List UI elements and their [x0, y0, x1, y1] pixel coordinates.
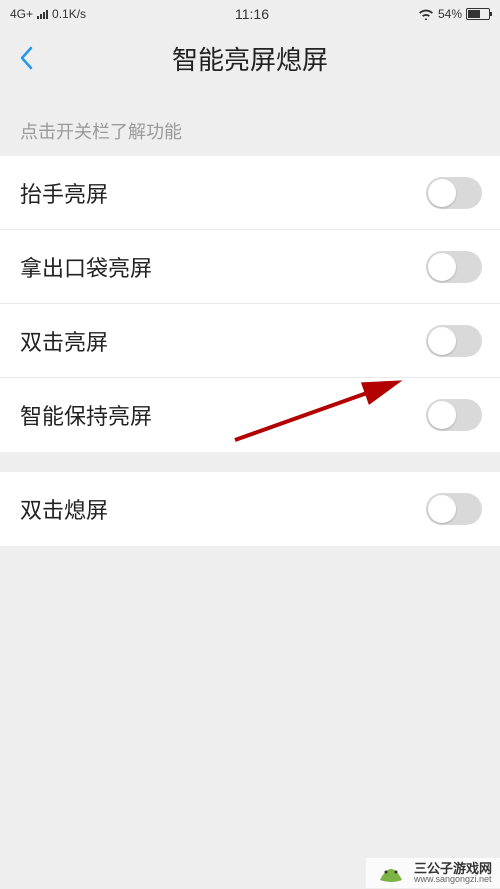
toggle-switch[interactable]: [426, 251, 482, 283]
battery-percent: 54%: [438, 7, 462, 21]
toggle-knob: [428, 401, 456, 429]
setting-label: 抬手亮屏: [20, 177, 108, 209]
toggle-knob: [428, 179, 456, 207]
network-type: 4G+: [10, 7, 33, 21]
setting-double-tap-wake[interactable]: 双击亮屏: [0, 304, 500, 378]
watermark-url: www.sangongzi.net: [414, 875, 492, 884]
setting-pocket-wake[interactable]: 拿出口袋亮屏: [0, 230, 500, 304]
setting-label: 双击亮屏: [20, 325, 108, 357]
status-right: 54%: [418, 7, 490, 21]
toggle-switch[interactable]: [426, 177, 482, 209]
setting-double-tap-sleep[interactable]: 双击熄屏: [0, 472, 500, 546]
toggle-switch[interactable]: [426, 493, 482, 525]
section-gap: [0, 452, 500, 472]
setting-label: 智能保持亮屏: [20, 399, 152, 431]
back-button[interactable]: [14, 46, 38, 70]
status-time: 11:16: [86, 6, 418, 22]
wifi-icon: [418, 8, 434, 20]
status-bar: 4G+ 0.1K/s 11:16 54%: [0, 0, 500, 28]
network-speed: 0.1K/s: [52, 7, 86, 21]
watermark-logo-icon: [374, 862, 408, 884]
settings-group-2: 双击熄屏: [0, 472, 500, 546]
battery-icon: [466, 8, 490, 20]
toggle-knob: [428, 327, 456, 355]
status-left: 4G+ 0.1K/s: [10, 7, 86, 21]
setting-label: 拿出口袋亮屏: [20, 251, 152, 283]
settings-group-1: 抬手亮屏 拿出口袋亮屏 双击亮屏 智能保持亮屏: [0, 156, 500, 452]
toggle-switch[interactable]: [426, 325, 482, 357]
signal-icon: [37, 9, 48, 19]
watermark: 三公子游戏网 www.sangongzi.net: [366, 858, 500, 888]
page-header: 智能亮屏熄屏: [0, 28, 500, 88]
setting-raise-to-wake[interactable]: 抬手亮屏: [0, 156, 500, 230]
setting-label: 双击熄屏: [20, 493, 108, 525]
page-title: 智能亮屏熄屏: [0, 40, 500, 77]
toggle-switch[interactable]: [426, 399, 482, 431]
section-hint: 点击开关栏了解功能: [0, 88, 500, 156]
setting-smart-stay[interactable]: 智能保持亮屏: [0, 378, 500, 452]
chevron-left-icon: [19, 46, 33, 70]
toggle-knob: [428, 253, 456, 281]
toggle-knob: [428, 495, 456, 523]
